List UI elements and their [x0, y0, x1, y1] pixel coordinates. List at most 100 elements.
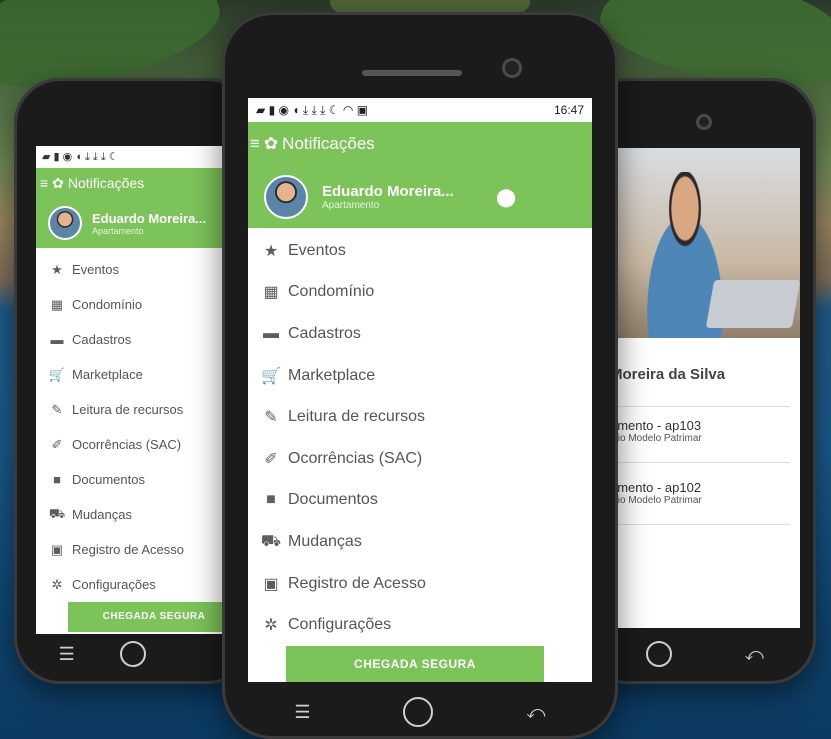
unit-title: amento - ap102: [610, 480, 702, 495]
divider: [610, 524, 790, 525]
edit-icon: ✐: [51, 436, 63, 452]
edit-icon: ✐: [264, 450, 278, 468]
user-header[interactable]: Eduardo Moreira... Apartamento: [36, 198, 236, 248]
menu-item-label: Documentos: [72, 472, 145, 487]
back-icon[interactable]: ⤺: [745, 644, 764, 665]
chegada-segura-button[interactable]: CHEGADA SEGURA: [68, 602, 236, 632]
menu-item-mudanças[interactable]: ⛟ Mudanças: [248, 521, 592, 563]
nav-bar: ☰ ⤺: [248, 692, 592, 732]
cart-icon: 🛒: [48, 366, 66, 382]
status-icons: ▰ ▮ ◉ ◖ ⤓ ⤓ ⤓ ☾ ◠ ▣: [256, 102, 369, 117]
chegada-segura-button[interactable]: CHEGADA SEGURA: [286, 646, 544, 682]
folder-card-icon: ▬: [50, 332, 64, 347]
folder-icon: ■: [266, 491, 276, 509]
menu-item-label: Registro de Acesso: [72, 542, 185, 557]
menu-item-label: Ocorrências (SAC): [72, 437, 182, 452]
menu-item-label: Marketplace: [288, 366, 376, 384]
unit-subtitle: lnio Modelo Patrimar: [610, 433, 702, 444]
menu-item-cadastros[interactable]: ▬ Cadastros: [36, 322, 236, 357]
menu-item-condomínio[interactable]: ▦ Condomínio: [248, 272, 592, 314]
star-icon: ★: [263, 242, 279, 260]
menu-item-registro-de-acesso[interactable]: ▣ Registro de Acesso: [248, 563, 592, 605]
logo-icon: ✿: [263, 134, 279, 153]
menu-item-marketplace[interactable]: 🛒 Marketplace: [248, 355, 592, 397]
home-button[interactable]: [646, 641, 673, 667]
divider: [610, 406, 790, 407]
menu-item-ocorrências-sac[interactable]: ✐ Ocorrências (SAC): [248, 438, 592, 480]
camera-icon: [502, 58, 522, 78]
menu-item-label: Ocorrências (SAC): [288, 449, 423, 467]
home-button[interactable]: [120, 641, 147, 667]
menu-item-label: Leitura de recursos: [72, 402, 184, 417]
unit-item[interactable]: amento - ap103 lnio Modelo Patrimar: [610, 418, 790, 444]
home-button[interactable]: [403, 697, 434, 727]
menu-item-label: Cadastros: [72, 332, 132, 347]
gear-icon: ✲: [264, 617, 278, 635]
truck-icon: ⛟: [260, 532, 282, 550]
logo-icon: ✿: [52, 174, 64, 191]
menu-item-documentos[interactable]: ■ Documentos: [36, 462, 236, 497]
recent-apps-icon[interactable]: ☰: [59, 644, 75, 665]
recent-apps-icon[interactable]: ☰: [294, 702, 310, 723]
avatar: [264, 175, 308, 219]
user-role: Apartamento: [322, 200, 380, 211]
menu-item-label: Condomínio: [72, 297, 143, 312]
menu-item-label: Registro de Acesso: [288, 574, 426, 592]
profile-screen: Moreira da Silva amento - ap103 lnio Mod…: [610, 148, 800, 628]
menu-item-ocorrências-sac[interactable]: ✐ Ocorrências (SAC): [36, 427, 236, 462]
menu-item-condomínio[interactable]: ▦ Condomínio: [36, 287, 236, 322]
back-icon[interactable]: ⤺: [526, 702, 545, 723]
folder-icon: ■: [53, 472, 61, 487]
menu-item-cadastros[interactable]: ▬ Cadastros: [248, 313, 592, 355]
nav-bar: ⤺: [610, 634, 800, 674]
id-badge-icon: ▣: [50, 541, 64, 557]
star-icon: ★: [51, 261, 63, 277]
cart-icon: 🛒: [261, 367, 281, 385]
location-pin-icon[interactable]: ⬤: [496, 187, 516, 208]
menu-item-configurações[interactable]: ✲ Configurações: [36, 567, 236, 602]
camera-icon: [696, 114, 712, 130]
menu-item-label: Cadastros: [288, 324, 361, 342]
unit-subtitle: lnio Modelo Patrimar: [610, 495, 702, 506]
app-title: Notificações: [67, 175, 145, 191]
building-icon: ▦: [263, 284, 279, 302]
wrench-icon: ✎: [51, 401, 63, 417]
laptop-photo: [705, 280, 800, 328]
user-header[interactable]: Eduardo Moreira... Apartamento ⬤: [248, 166, 592, 228]
menu-item-mudanças[interactable]: ⛟ Mudanças: [36, 497, 236, 532]
app-title: Notificações: [282, 134, 375, 153]
status-bar: ▰ ▮ ◉ ◖ ⤓ ⤓ ⤓ ☾ ◠ ▣ 16:47: [248, 98, 592, 122]
menu-item-label: Leitura de recursos: [288, 408, 425, 426]
menu-item-label: Eventos: [288, 241, 346, 259]
wrench-icon: ✎: [264, 409, 278, 427]
menu-item-label: Mudanças: [72, 507, 132, 522]
drawer-screen: ▰ ▮ ◉ ◖ ⤓ ⤓ ⤓ ☾ ◠ ▣ 16:47 ≡ ✿ Notificaçõ…: [248, 98, 592, 682]
menu-item-label: Configurações: [72, 577, 156, 592]
menu-item-label: Mudanças: [288, 532, 362, 550]
app-bar: ≡ ✿ Notificações: [248, 122, 592, 166]
phone-center: ▰ ▮ ◉ ◖ ⤓ ⤓ ⤓ ☾ ◠ ▣ 16:47 ≡ ✿ Notificaçõ…: [222, 12, 618, 739]
menu-item-configurações[interactable]: ✲ Configurações: [248, 604, 592, 646]
gear-icon: ✲: [51, 576, 63, 592]
menu-item-marketplace[interactable]: 🛒 Marketplace: [36, 357, 236, 392]
nav-menu: ★ Eventos ▦ Condomínio ▬ Cadastros 🛒 Marketplac…: [248, 230, 592, 646]
unit-title: amento - ap103: [610, 418, 702, 433]
status-icons: ▰ ▮ ◉ ◖ ⤓ ⤓ ⤓ ☾: [42, 151, 119, 163]
building-icon: ▦: [50, 296, 64, 312]
id-badge-icon: ▣: [263, 575, 279, 593]
menu-item-documentos[interactable]: ■ Documentos: [248, 480, 592, 522]
divider: [610, 462, 790, 463]
unit-item[interactable]: amento - ap102 lnio Modelo Patrimar: [610, 480, 790, 506]
truck-icon: ⛟: [48, 505, 66, 521]
profile-name: Moreira da Silva: [610, 366, 726, 383]
menu-item-eventos[interactable]: ★ Eventos: [36, 252, 236, 287]
hamburger-icon[interactable]: ≡: [250, 134, 260, 154]
hamburger-icon[interactable]: ≡: [40, 175, 48, 191]
user-name: Eduardo Moreira...: [92, 210, 207, 226]
menu-item-registro-de-acesso[interactable]: ▣ Registro de Acesso: [36, 532, 236, 567]
nav-menu: ★ Eventos ▦ Condomínio ▬ Cadastros 🛒 Marketplac…: [36, 252, 236, 602]
menu-item-eventos[interactable]: ★ Eventos: [248, 230, 592, 272]
phone-left: ▰ ▮ ◉ ◖ ⤓ ⤓ ⤓ ☾ ≡ ✿ Notificações Eduardo…: [14, 78, 254, 684]
menu-item-leitura-de-recursos[interactable]: ✎ Leitura de recursos: [36, 392, 236, 427]
menu-item-leitura-de-recursos[interactable]: ✎ Leitura de recursos: [248, 396, 592, 438]
